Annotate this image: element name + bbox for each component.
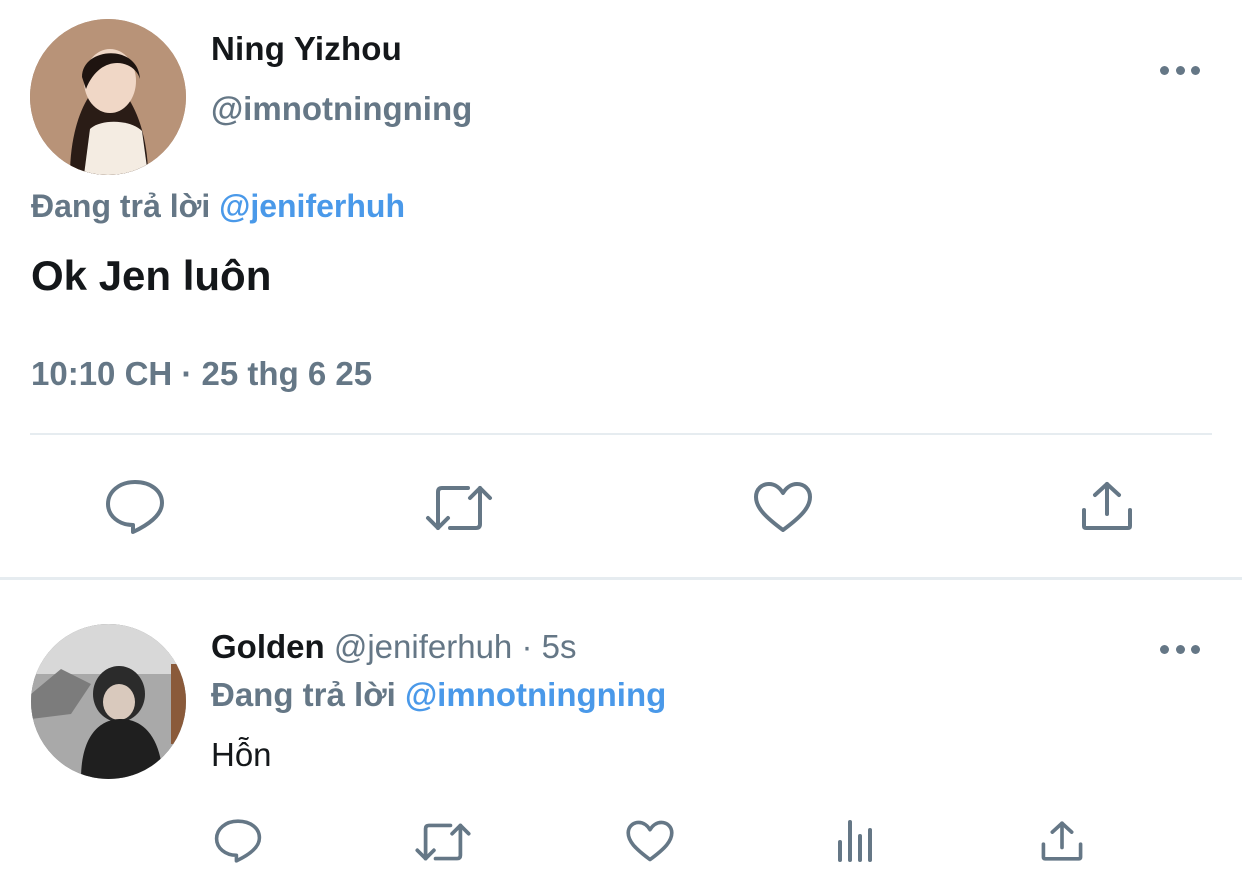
more-options-icon[interactable]	[1160, 64, 1200, 76]
replying-to-mention[interactable]: @imnotningning	[405, 676, 666, 713]
dot	[1160, 644, 1169, 654]
author-name[interactable]: Ning Yizhou	[211, 30, 402, 68]
replying-to-line: Đang trả lời @jeniferhuh	[31, 188, 405, 225]
reply-time[interactable]: 5s	[542, 628, 577, 665]
reply-text: Hỗn	[211, 736, 272, 773]
reply-author-name[interactable]: Golden	[211, 628, 325, 665]
tweet-text: Ok Jen luôn	[31, 252, 272, 299]
dot	[1191, 644, 1200, 654]
like-icon[interactable]	[752, 480, 814, 534]
avatar-image	[30, 19, 186, 175]
tweet-timestamp[interactable]: 10:10 CH · 25 thg 6 25	[31, 355, 372, 393]
reply-author-avatar[interactable]	[31, 624, 186, 779]
divider	[30, 433, 1212, 435]
replying-prefix: Đang trả lời	[31, 188, 211, 224]
share-icon[interactable]	[1040, 820, 1084, 862]
reply-header: Golden @jeniferhuh · 5s	[211, 628, 577, 666]
author-handle[interactable]: @imnotningning	[211, 90, 472, 128]
dot	[1175, 65, 1185, 75]
replying-prefix: Đang trả lời	[211, 676, 396, 713]
dot	[1160, 65, 1169, 75]
like-icon[interactable]	[625, 819, 675, 863]
reply-icon[interactable]	[104, 478, 166, 536]
dot	[1175, 644, 1185, 654]
divider	[0, 577, 1242, 580]
retweet-icon[interactable]	[414, 820, 472, 864]
analytics-icon[interactable]	[836, 818, 876, 862]
more-options-icon[interactable]	[1160, 643, 1200, 655]
retweet-icon[interactable]	[424, 482, 494, 534]
reply-author-handle[interactable]: @jeniferhuh	[334, 628, 512, 665]
dot	[1191, 65, 1200, 75]
author-avatar[interactable]	[30, 19, 186, 175]
replying-to-mention[interactable]: @jeniferhuh	[219, 188, 405, 224]
time-separator: ·	[521, 628, 533, 665]
replying-to-line: Đang trả lời @imnotningning	[211, 676, 666, 714]
reply-icon[interactable]	[213, 818, 263, 864]
share-icon[interactable]	[1080, 480, 1134, 532]
avatar-image	[31, 624, 186, 779]
